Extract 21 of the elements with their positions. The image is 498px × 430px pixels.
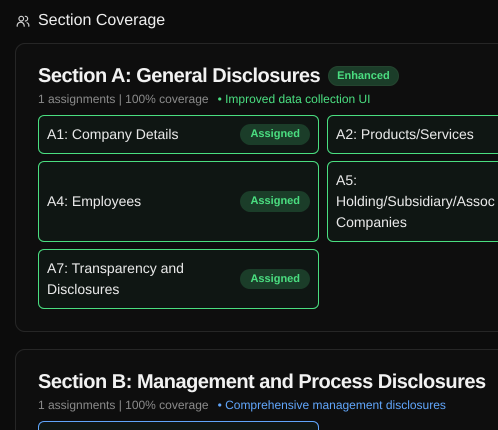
- assigned-badge: Assigned: [240, 124, 310, 145]
- subsection-card[interactable]: A1: Company Details Assigned: [38, 115, 319, 154]
- subsection-label: A4: Employees: [47, 192, 142, 211]
- coverage-stats: 1 assignments | 100% coverage: [38, 91, 209, 107]
- subsection-card[interactable]: A5: Holding/Subsidiary/Assoc Companies: [327, 161, 498, 242]
- subsection-card[interactable]: A2: Products/Services: [327, 115, 498, 154]
- subsection-card[interactable]: A7: Transparency and Disclosures Assigned: [38, 249, 319, 309]
- subsection-label: A7: Transparency and Disclosures: [47, 259, 185, 299]
- assigned-badge: Assigned: [240, 268, 310, 290]
- coverage-stats: 1 assignments | 100% coverage: [38, 397, 209, 413]
- section-heading: Section A: General Disclosures: [38, 64, 320, 88]
- section-title: Section Coverage: [38, 11, 166, 31]
- assigned-badge: Assigned: [240, 191, 310, 212]
- subsection-card[interactable]: A4: Employees Assigned: [38, 161, 319, 242]
- improvement-note: • Improved data collection UI: [218, 91, 371, 107]
- status-badge: Enhanced: [328, 66, 399, 86]
- subsection-label: A2: Products/Services: [336, 125, 474, 144]
- subsection-label: A5: Holding/Subsidiary/Assoc Companies: [336, 171, 496, 232]
- subsection-label: A1: Company Details: [47, 125, 179, 144]
- improvement-note: • Comprehensive management disclosures: [218, 397, 446, 413]
- section-heading: Section B: Management and Process Disclosures: [38, 370, 486, 394]
